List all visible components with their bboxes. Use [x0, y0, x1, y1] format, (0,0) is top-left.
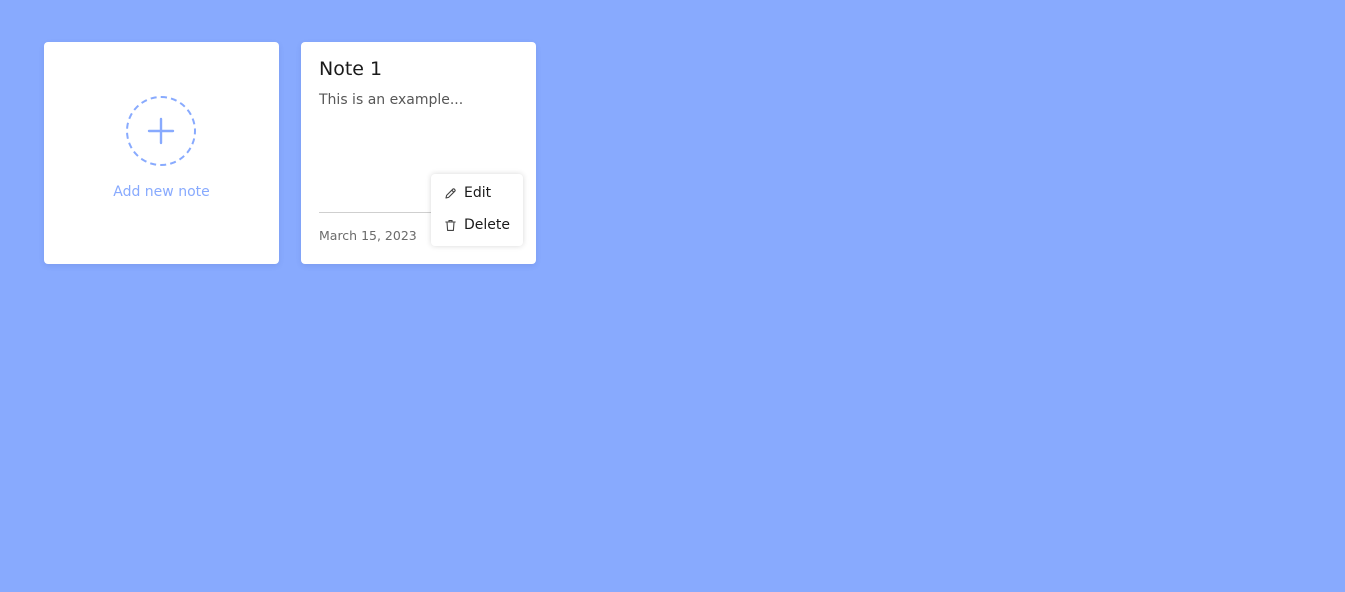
note-description: This is an example... — [319, 92, 464, 108]
note-card: Note 1 This is an example... March 15, 2… — [301, 42, 536, 264]
pencil-icon — [444, 187, 457, 200]
delete-label: Delete — [464, 217, 510, 233]
plus-icon — [147, 117, 175, 145]
edit-menu-item[interactable]: Edit — [444, 182, 491, 204]
note-title: Note 1 — [319, 58, 383, 80]
edit-label: Edit — [464, 185, 492, 201]
add-note-card[interactable]: Add new note — [44, 42, 279, 264]
trash-icon — [444, 219, 457, 232]
note-date: March 15, 2023 — [319, 228, 417, 243]
note-context-menu: Edit Delete — [431, 174, 523, 246]
add-note-circle[interactable] — [126, 96, 196, 166]
delete-menu-item[interactable]: Delete — [444, 214, 510, 236]
add-note-label[interactable]: Add new note — [44, 184, 279, 200]
